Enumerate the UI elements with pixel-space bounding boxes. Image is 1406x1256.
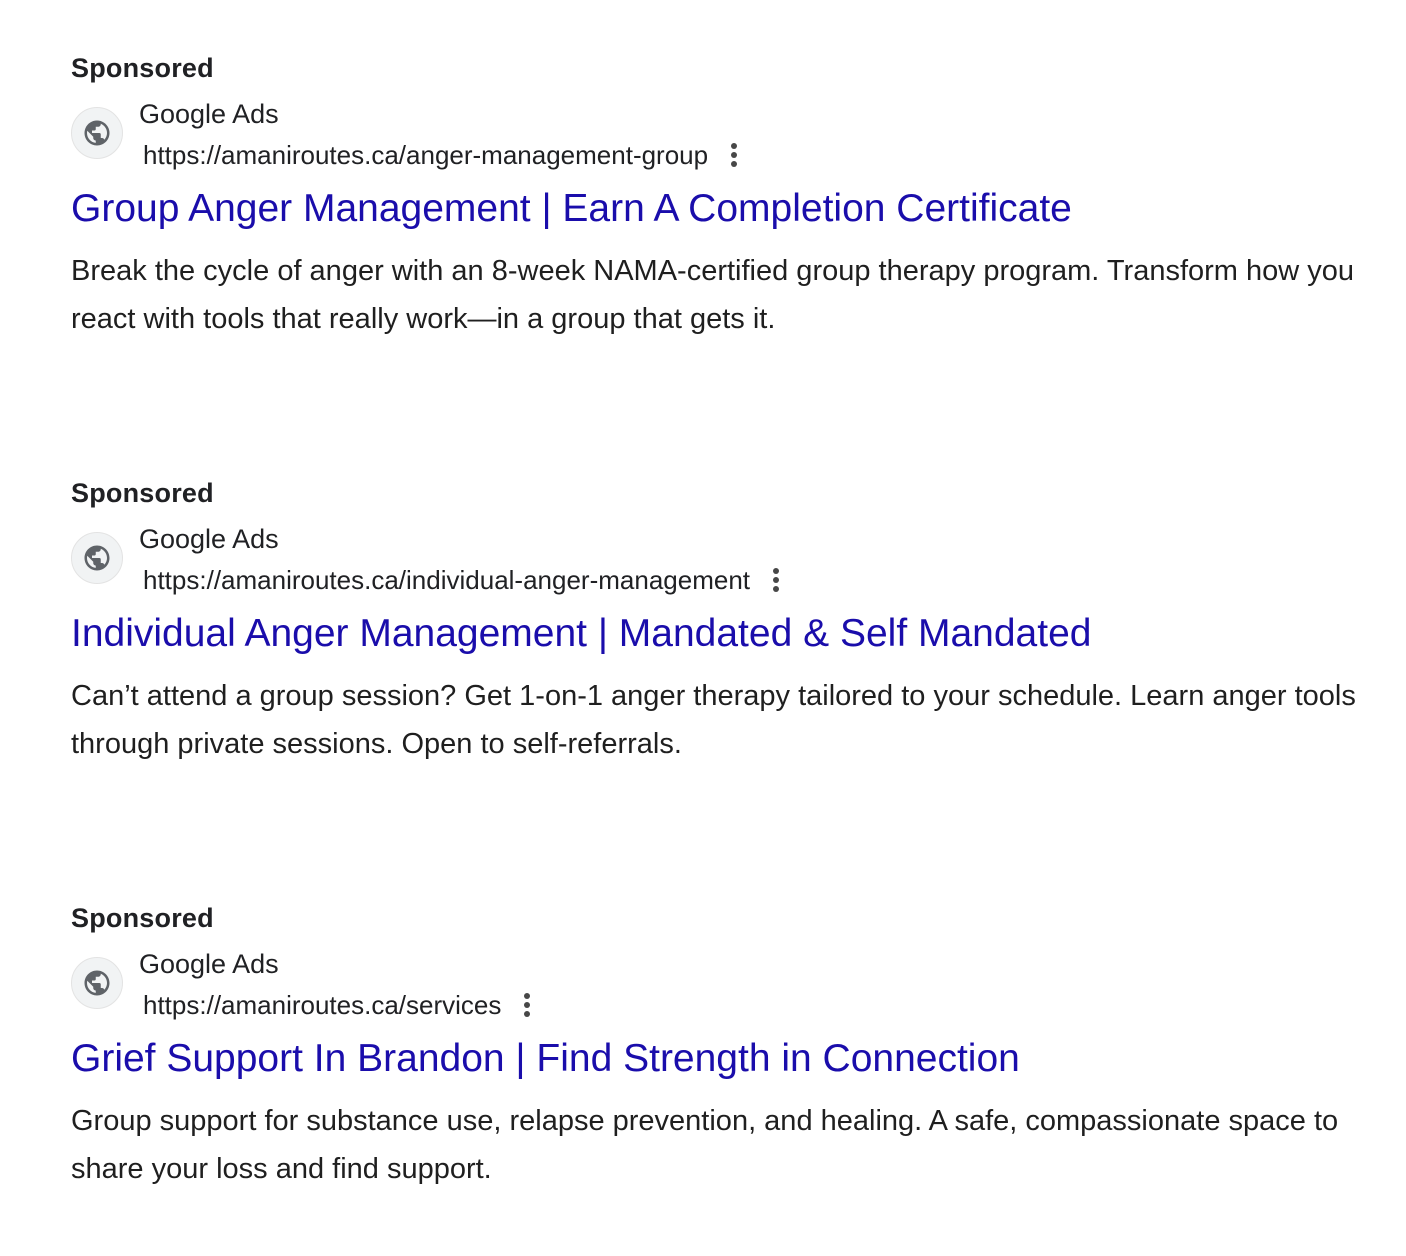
ad-headline-link[interactable]: Group Anger Management | Earn A Completi…: [71, 185, 1072, 233]
display-url[interactable]: https://amaniroutes.ca/individual-anger-…: [143, 564, 750, 596]
more-vert-icon[interactable]: [720, 139, 748, 171]
sponsored-label: Sponsored: [71, 53, 214, 83]
display-url-row: https://amaniroutes.ca/individual-anger-…: [143, 564, 790, 596]
ad-description: Can’t attend a group session? Get 1-on-1…: [71, 680, 1356, 760]
globe-icon[interactable]: [71, 107, 123, 159]
sponsored-label: Sponsored: [71, 903, 214, 933]
advertiser-name[interactable]: Google Ads: [139, 98, 279, 130]
advertiser-name[interactable]: Google Ads: [139, 948, 279, 980]
ad-headline-link[interactable]: Grief Support In Brandon | Find Strength…: [71, 1035, 1020, 1083]
globe-icon[interactable]: [71, 532, 123, 584]
sponsored-label: Sponsored: [71, 478, 214, 508]
ad-headline-link[interactable]: Individual Anger Management | Mandated &…: [71, 610, 1091, 658]
display-url-row: https://amaniroutes.ca/services: [143, 989, 541, 1021]
more-vert-icon[interactable]: [762, 564, 790, 596]
display-url[interactable]: https://amaniroutes.ca/services: [143, 989, 501, 1021]
display-url[interactable]: https://amaniroutes.ca/anger-management-…: [143, 139, 708, 171]
globe-icon[interactable]: [71, 957, 123, 1009]
display-url-row: https://amaniroutes.ca/anger-management-…: [143, 139, 748, 171]
ad-description: Break the cycle of anger with an 8-week …: [71, 255, 1355, 335]
ad-description: Group support for substance use, relapse…: [71, 1105, 1339, 1185]
advertiser-name[interactable]: Google Ads: [139, 523, 279, 555]
more-vert-icon[interactable]: [513, 989, 541, 1021]
